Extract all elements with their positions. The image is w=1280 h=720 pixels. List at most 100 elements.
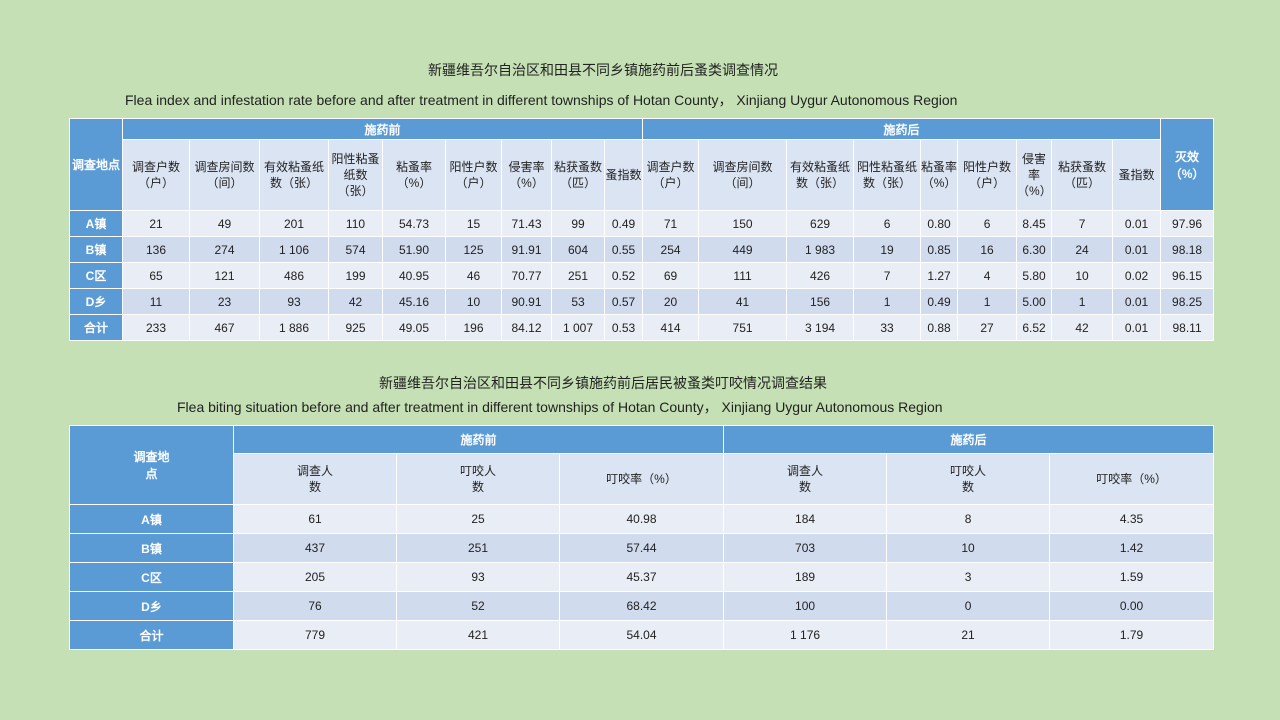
table-cell: 251 [396,533,560,563]
table-cell: 98.25 [1160,288,1215,315]
table2-title-en: Flea biting situation before and after t… [177,399,943,415]
table-cell: 449 [698,236,788,263]
row-label: A镇 [69,504,234,534]
column-header: 粘获蚤数（匹） [551,139,605,211]
column-header: 调查人数 [723,453,888,505]
table-cell: 49.05 [382,314,446,341]
table-cell: 925 [328,314,383,341]
table-cell: 40.95 [382,262,446,289]
table2-title-cn: 新疆维吾尔自治区和田县不同乡镇施药前后居民被蚤类叮咬情况调查结果 [379,376,827,392]
table-cell: 0.01 [1112,314,1162,341]
table-cell: 1.27 [920,262,959,289]
table-cell: 21 [122,210,190,237]
column-header: 叮咬率（%） [558,453,725,505]
table-cell: 98.18 [1160,236,1215,263]
column-header: 蚤指数 [1112,139,1162,211]
table-cell: 1.59 [1049,562,1215,592]
table-cell: 42 [328,288,383,315]
table-cell: 16 [957,236,1018,263]
table-cell: 1 176 [723,620,888,650]
table-row: B镇 136 274 1 106 574 51.90 125 91.91 604 0.55 254 4… [69,236,1215,263]
table-cell: 19 [853,236,922,263]
table-cell: 25 [396,504,560,534]
table-cell: 4.35 [1049,504,1215,534]
table-cell: 61 [233,504,397,534]
table-cell: 71.43 [501,210,552,237]
effect-header: 灭效（%） [1160,118,1215,211]
column-header: 调查房间数（间） [189,139,260,211]
column-header: 粘蚤率（%） [920,139,959,211]
column-header: 调查人数 [233,453,397,505]
table-cell: 8.45 [1016,210,1053,237]
table-cell: 5.80 [1016,262,1053,289]
row-label: C区 [69,562,234,592]
table-cell: 703 [723,533,888,563]
table-row: C区 205 93 45.37 189 3 1.59 [69,562,1215,592]
table-cell: 1 106 [259,236,329,263]
row-label: B镇 [69,533,234,563]
column-header: 侵害率（%） [501,139,552,211]
table-cell: 1 [1051,288,1114,315]
table-cell: 0.55 [603,236,644,263]
table-cell: 54.73 [382,210,446,237]
table-cell: 3 194 [786,314,855,341]
flea-index-table: 调查地点 施药前 施药后 灭效（%） 调查户数（户） 调查房间数（间） 有效粘蚤… [69,118,1215,341]
table-cell: 486 [259,262,329,289]
table-cell: 467 [189,314,260,341]
flea-biting-table: 调查地点 施药前 施药后 调查人数 叮咬人数 叮咬率（%） 调查人数 叮咬人数 … [69,425,1215,650]
table-cell: 57.44 [558,533,725,563]
table-cell: 97.96 [1160,210,1215,237]
column-header: 调查户数（户） [642,139,700,211]
table-cell: 199 [328,262,383,289]
table-cell: 70.77 [501,262,552,289]
row-label: A镇 [69,210,123,237]
table-cell: 15 [445,210,502,237]
row-label: C区 [69,262,123,289]
column-header: 有效粘蚤纸数（张） [259,139,329,211]
table-cell: 21 [886,620,1051,650]
column-header: 蚤指数 [603,139,644,211]
table-cell: 6.30 [1016,236,1053,263]
column-header: 侵害率（%） [1016,139,1053,211]
table-cell: 426 [786,262,855,289]
column-header: 粘获蚤数（匹） [1051,139,1114,211]
table-cell: 33 [853,314,922,341]
table-cell: 46 [445,262,502,289]
table-cell: 233 [122,314,190,341]
table-cell: 150 [698,210,788,237]
table1-title-cn: 新疆维吾尔自治区和田县不同乡镇施药前后蚤类调查情况 [428,63,778,79]
table-cell: 156 [786,288,855,315]
column-header: 叮咬人数 [886,453,1051,505]
table-cell: 189 [723,562,888,592]
table-cell: 421 [396,620,560,650]
table-cell: 437 [233,533,397,563]
table-cell: 254 [642,236,700,263]
column-header: 有效粘蚤纸数（张） [786,139,855,211]
table-cell: 99 [551,210,605,237]
table-row: A镇 61 25 40.98 184 8 4.35 [69,504,1215,534]
table-cell: 51.90 [382,236,446,263]
table-cell: 1 [957,288,1018,315]
location-header: 调查地点 [69,118,123,211]
row-label: D乡 [69,288,123,315]
table-cell: 24 [1051,236,1114,263]
table-cell: 54.04 [558,620,725,650]
table-cell: 0.00 [1049,591,1215,621]
table-cell: 8 [886,504,1051,534]
table-cell: 49 [189,210,260,237]
table-cell: 196 [445,314,502,341]
table-row: A镇 21 49 201 110 54.73 15 71.43 99 0.49 71 150 629 6 0… [69,210,1215,237]
table-cell: 45.16 [382,288,446,315]
table-cell: 0 [886,591,1051,621]
table-cell: 125 [445,236,502,263]
column-header: 阳性户数（户） [445,139,502,211]
table-cell: 100 [723,591,888,621]
table-cell: 1 007 [551,314,605,341]
group-before-header: 施药前 [121,118,644,140]
table-cell: 93 [396,562,560,592]
table-cell: 414 [642,314,700,341]
table-cell: 40.98 [558,504,725,534]
table-cell: 0.52 [603,262,644,289]
column-header: 阳性粘蚤纸数（张） [328,139,383,211]
table-cell: 6 [957,210,1018,237]
